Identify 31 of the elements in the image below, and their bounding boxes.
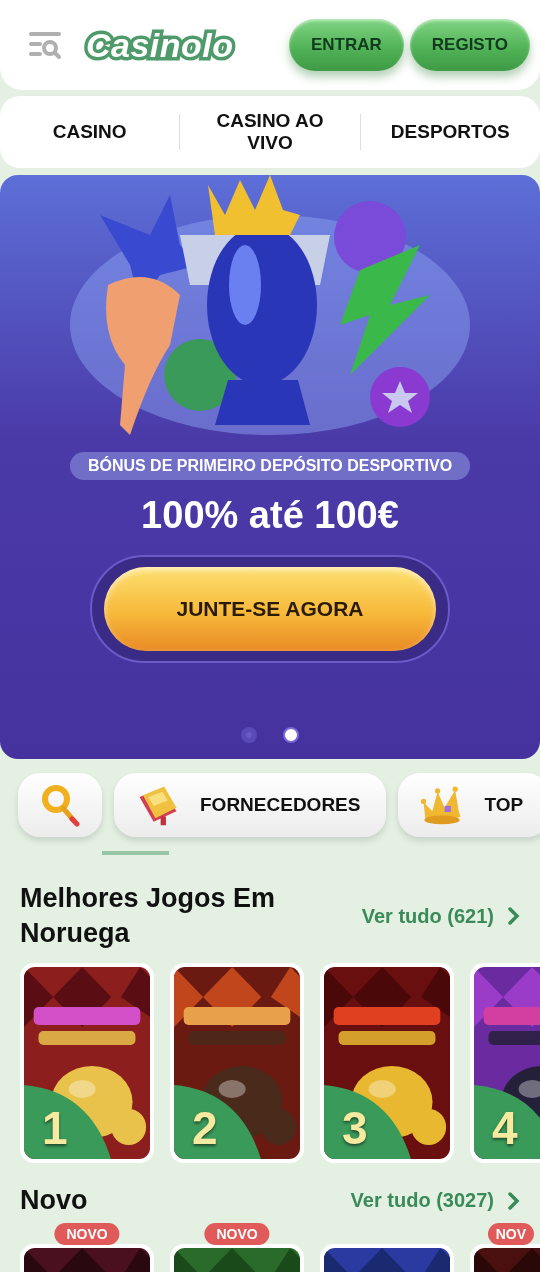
section-title: Novo [20, 1184, 88, 1218]
carousel-dot[interactable] [241, 727, 257, 743]
game-tile[interactable]: 3 [320, 963, 454, 1164]
chevron-right-icon [508, 907, 520, 926]
category-button[interactable]: TOP [398, 773, 540, 837]
category-button[interactable]: FORNECEDORES [114, 773, 387, 837]
header-button[interactable]: ENTRAR [288, 19, 404, 71]
nav-link[interactable]: CASINO [0, 121, 180, 143]
logo[interactable]: Casinolo [86, 25, 234, 65]
view-all-link[interactable]: Ver tudo (621) [361, 904, 520, 928]
new-badge: NOV [487, 1223, 534, 1246]
nav-link[interactable]: DESPORTOS [360, 121, 540, 143]
bonus-headline: 100% até 100€ [141, 494, 399, 537]
view-all-link[interactable]: Ver tudo (3027) [350, 1189, 520, 1213]
new-badge: NOVO [204, 1223, 270, 1246]
chevron-right-icon [508, 1191, 520, 1210]
section-title: Melhores Jogos Em Noruega [20, 882, 277, 951]
rank-number: 2 [192, 1101, 218, 1156]
new-badge: NOVO [54, 1223, 120, 1246]
game-tile[interactable]: 1 [20, 963, 154, 1164]
bonus-label: BÓNUS DE PRIMEIRO DEPÓSITO DESPORTIVO [69, 452, 471, 480]
rank-number: 3 [342, 1101, 368, 1156]
header-button[interactable]: REGISTO [409, 19, 530, 71]
join-button[interactable]: JUNTE-SE AGORA [104, 567, 436, 651]
carousel-dot[interactable] [283, 727, 299, 743]
game-tile[interactable]: 2 [170, 963, 304, 1164]
nav-link[interactable]: CASINO AO VIVO [180, 110, 360, 154]
rank-number: 1 [42, 1101, 68, 1156]
rank-number: 4 [492, 1101, 518, 1156]
game-tile[interactable]: 4 [470, 963, 540, 1164]
scroll-indicator [102, 851, 169, 855]
